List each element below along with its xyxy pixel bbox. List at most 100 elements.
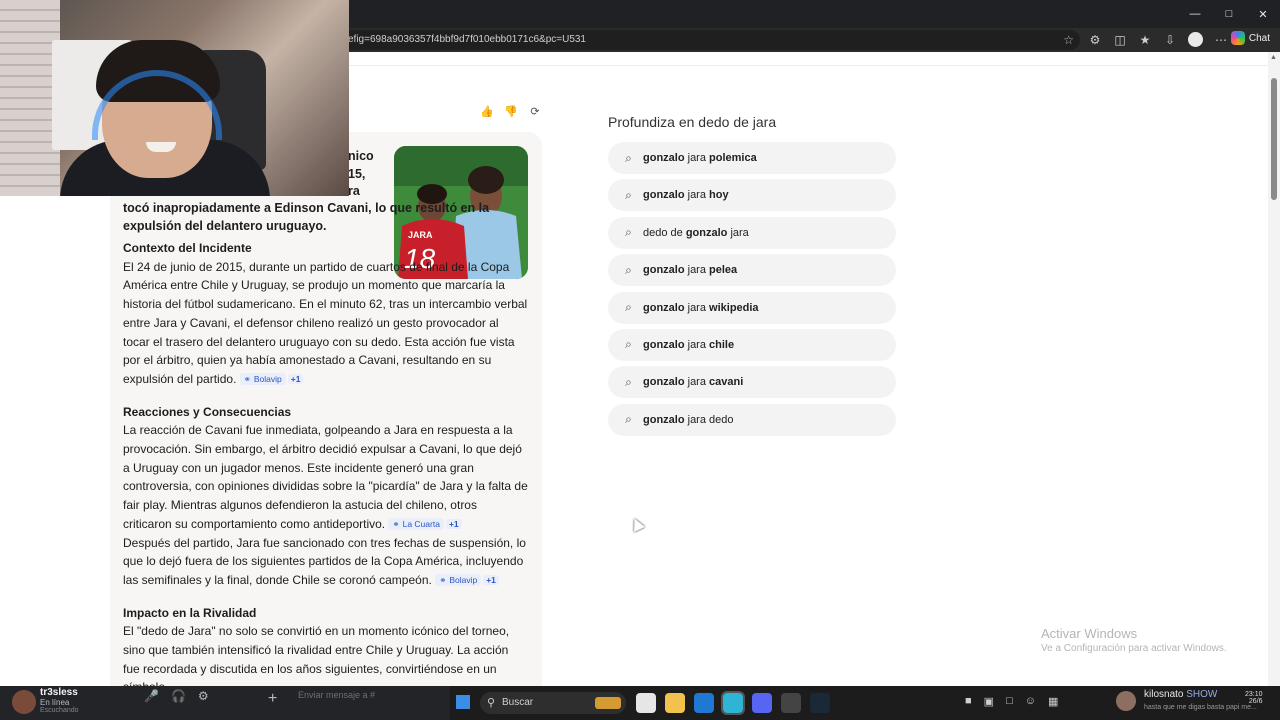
source-chip-la-cuarta[interactable]: ⚭ La Cuarta: [388, 517, 444, 530]
source-chip-bolavip[interactable]: ⚭ Bolavip: [239, 372, 286, 385]
tray-icon-1[interactable]: ■: [965, 695, 972, 708]
related-search-text-part: jara: [684, 264, 710, 277]
related-search-text-part: gonzalo: [643, 189, 685, 202]
extensions-icon[interactable]: ⚙: [1088, 31, 1102, 49]
source-more-badge[interactable]: +1: [445, 518, 462, 529]
maximize-button[interactable]: □: [1212, 0, 1246, 28]
favorites-icon[interactable]: ★: [1138, 31, 1152, 49]
thumbs-down-icon[interactable]: 👎: [504, 104, 518, 118]
search-icon: ⌕: [625, 225, 632, 240]
discord-avatar[interactable]: [12, 690, 36, 714]
store-icon[interactable]: [694, 693, 714, 713]
discord-activity: Escuchando: [40, 707, 79, 714]
headphones-icon[interactable]: 🎧: [171, 689, 186, 703]
related-searches-title: Profundiza en dedo de jara: [608, 114, 777, 130]
search-icon: ⌕: [625, 300, 632, 315]
related-search-item[interactable]: ⌕ gonzalo jara wikipedia: [608, 291, 896, 324]
lead-fragment-3: ra: [348, 184, 360, 198]
minimize-button[interactable]: —: [1178, 0, 1212, 28]
related-search-text-part: jara: [684, 413, 710, 426]
related-search-text-part: gonzalo: [643, 152, 685, 164]
related-search-item[interactable]: ⌕ gonzalo jara chile: [608, 328, 896, 361]
microphone-icon[interactable]: 🎤: [144, 689, 159, 703]
discord-status: En línea: [40, 698, 70, 707]
tray-icon-2[interactable]: ▣: [984, 695, 994, 708]
related-search-text-part: jara: [727, 226, 749, 239]
obs-icon[interactable]: [781, 693, 801, 713]
activation-subtitle: Ve a Configuración para activar Windows.: [1041, 643, 1227, 654]
related-search-item[interactable]: ⌕ dedo de gonzalo jara: [608, 216, 896, 249]
scrollbar-thumb[interactable]: [1271, 78, 1277, 200]
related-search-text-part: polemica: [709, 152, 757, 164]
lead-fragment-1: nico: [348, 149, 374, 163]
answer-body: nico 15, ra tocó inapropiadamente a Edin…: [123, 148, 528, 686]
section-text-reactions: La reacción de Cavani fue inmediata, gol…: [123, 423, 528, 531]
related-search-text-part: gonzalo: [643, 376, 685, 389]
related-search-text-part: dedo de: [643, 226, 686, 239]
related-search-item[interactable]: ⌕ gonzalo jara pelea: [608, 254, 896, 287]
source-chip-bolavip-2[interactable]: ⚭ Bolavip: [435, 573, 482, 586]
tray-icon-5[interactable]: ▦: [1048, 695, 1058, 708]
download-icon[interactable]: ⇩: [1163, 31, 1177, 49]
address-bar[interactable]: efig=698a9036357f4bbf9d7f010ebb0171c6&pc…: [330, 30, 1080, 50]
close-button[interactable]: ✕: [1246, 0, 1280, 28]
related-search-text-part: dedo: [709, 413, 734, 426]
related-search-text-part: gonzalo: [643, 338, 685, 351]
taskbar-search[interactable]: ⚲ Buscar: [480, 692, 626, 714]
lead-fragment-2: 15,: [348, 166, 366, 181]
related-searches-list: ⌕ gonzalo jara polemica ⌕ gonzalo jara hoy ⌕…: [608, 142, 896, 441]
related-search-text-part: gonzalo: [685, 226, 728, 239]
related-search-text-part: wikipedia: [709, 301, 759, 314]
discord-icon[interactable]: [752, 693, 772, 713]
scroll-up-arrow-icon[interactable]: ▲: [1270, 54, 1277, 61]
tray-icon-4[interactable]: ☺: [1025, 695, 1036, 708]
add-attachment-icon[interactable]: +: [268, 690, 277, 708]
regenerate-icon[interactable]: ⟳: [528, 104, 542, 118]
notification-user[interactable]: kilosnato SHOW: [1144, 689, 1217, 700]
related-search-item[interactable]: ⌕ gonzalo jara dedo: [608, 403, 896, 436]
source-more-badge[interactable]: +1: [483, 574, 499, 585]
start-button[interactable]: [456, 695, 470, 709]
related-search-item[interactable]: ⌕ gonzalo jara polemica: [608, 142, 896, 174]
related-search-text-part: jara: [684, 152, 710, 164]
task-view-icon[interactable]: [636, 693, 656, 713]
related-search-text-part: gonzalo: [643, 413, 685, 426]
notification-avatar[interactable]: [1116, 691, 1136, 711]
more-menu-icon[interactable]: ⋯: [1214, 31, 1228, 49]
link-icon: ⚭: [439, 574, 447, 585]
thumbs-up-icon[interactable]: 👍: [480, 104, 494, 118]
search-icon: ⌕: [625, 412, 632, 427]
section-text-context: El 24 de junio de 2015, durante un parti…: [123, 259, 528, 386]
related-search-text-part: jara: [684, 338, 710, 351]
discord-username: tr3sless: [40, 687, 78, 698]
source-more-badge[interactable]: +1: [287, 373, 304, 384]
settings-gear-icon[interactable]: ⚙: [198, 689, 209, 703]
edge-icon[interactable]: [721, 691, 745, 715]
related-search-text-part: hoy: [709, 189, 729, 202]
lead-text: tocó inapropiadamente a Edinson Cavani, …: [123, 201, 490, 233]
extension-puzzle-icon[interactable]: ◫: [1113, 31, 1127, 49]
profile-avatar[interactable]: [1188, 32, 1203, 47]
search-icon: ⌕: [625, 187, 632, 202]
file-explorer-icon[interactable]: [665, 693, 685, 713]
favorite-star-icon[interactable]: ☆: [1063, 30, 1074, 50]
section-text-rivalry: El "dedo de Jara" no solo se convirtió e…: [123, 624, 510, 686]
message-input[interactable]: Enviar mensaje a #: [298, 690, 375, 700]
notification-message: hasta que me digas basta papi me...: [1144, 704, 1257, 711]
chat-label: Chat: [1248, 32, 1270, 44]
tray-icon-3[interactable]: □: [1006, 695, 1013, 708]
related-search-text-part: gonzalo: [643, 301, 685, 314]
page-scrollbar[interactable]: ▲: [1268, 52, 1280, 686]
search-icon: ⌕: [625, 150, 632, 165]
steam-icon[interactable]: [810, 693, 830, 713]
section-heading-rivalry: Impacto en la Rivalidad: [123, 605, 257, 620]
section-text-sanction: Después del partido, Jara fue sancionado…: [123, 535, 526, 587]
related-search-item[interactable]: ⌕ gonzalo jara hoy: [608, 179, 896, 212]
related-search-item[interactable]: ⌕ gonzalo jara cavani: [608, 366, 896, 399]
system-clock[interactable]: 23:10 26/6: [1245, 691, 1263, 705]
search-icon: ⌕: [625, 337, 632, 352]
activation-title: Activar Windows: [1041, 626, 1138, 641]
search-icon: ⌕: [625, 374, 632, 389]
mouse-cursor: [629, 516, 645, 532]
copilot-chat-button[interactable]: Chat: [1230, 31, 1270, 45]
